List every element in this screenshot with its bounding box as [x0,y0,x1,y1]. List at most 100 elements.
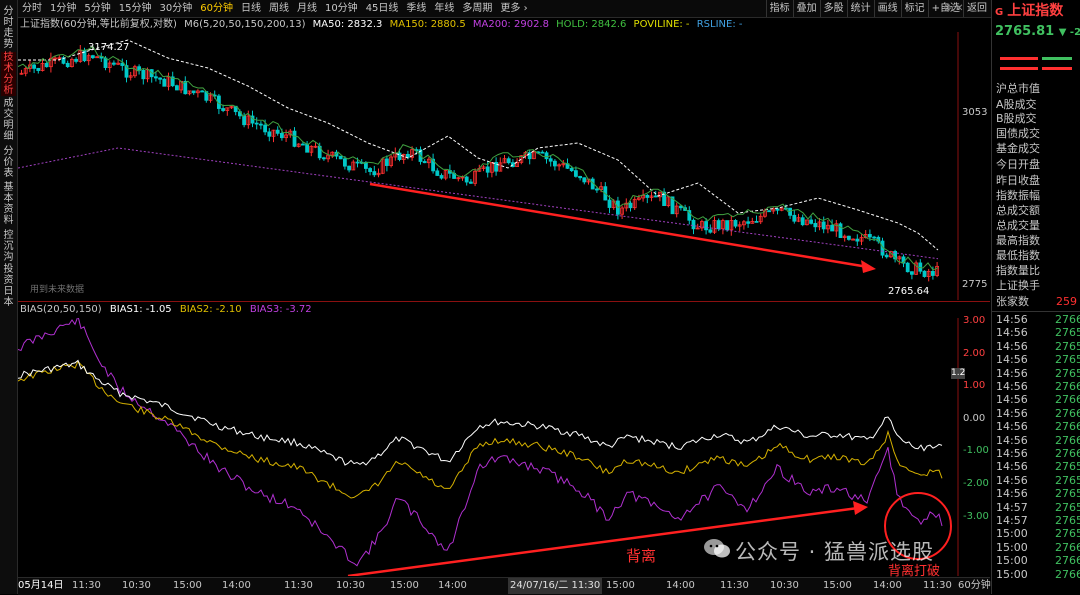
trend-arrow-head [861,260,876,273]
tool-button[interactable]: 统计 [846,0,874,17]
tick-time: 14:56 [996,313,1028,326]
bias-title[interactable]: BIAS(20,50,150) [20,304,102,315]
time-tick: 15:00 [823,580,852,591]
tool-button[interactable]: 返回 [963,0,990,17]
stat-label: 总成交额 [996,204,1040,217]
candle-body [300,143,305,146]
tool-button[interactable]: 多股 [819,0,847,17]
candle-body [422,161,427,164]
candle-body [384,158,389,166]
candle-body [372,171,377,176]
candle-body [725,220,729,231]
candle-body [485,166,490,173]
time-tick: 10:30 [770,580,799,591]
quote-panel: G 上证指数 2765.81 ▼ -2 沪总市值 A股成交 B股成交 国债成交 基金成交今… [991,0,1080,594]
candle-body [540,151,545,154]
tool-button[interactable]: 叠加 [792,0,820,17]
time-tick: 10:30 [336,580,365,591]
g-icon: G [995,7,1004,18]
trend-arrow [369,182,869,269]
tick-price: 2766 [1055,540,1080,554]
time-tick: 15:00 [173,580,202,591]
candle-body [708,229,713,233]
time-tick: 14:00 [873,580,902,591]
period-toolbar: 分时 1分钟 5分钟 15分钟 30分钟 60分钟 日线 周线 月线 10分钟 45日线 季线 年线 多周… [18,0,992,18]
candle-body [716,220,721,230]
bias-legend: BIAS(20,50,150) BIAS1: -1.05 BIAS2: -2.1… [20,303,317,317]
candle-body [830,224,834,232]
up-bar-2 [1000,67,1038,70]
tick-price: 2766 [1055,554,1080,568]
bias-tick: 3.00 [963,315,986,326]
tab-trade-detail[interactable]: 成交明细 [1,98,16,142]
period-tab[interactable]: 月线 [293,0,321,17]
tick-price: 2765 [1055,339,1080,353]
stat-label: 基金成交 [996,142,1040,155]
candle-body [405,153,410,158]
candle-body [574,170,578,177]
time-tick: 11:30 [284,580,313,591]
tool-button[interactable]: 标记 [900,0,928,17]
period-tab[interactable]: 更多 › [496,0,531,17]
period-tab[interactable]: 日线 [237,0,265,17]
tool-button[interactable]: 画线 [873,0,901,17]
time-tick: 15:00 [390,580,419,591]
main-chart-legend: 上证指数(60分钟,等比前复权,对数) M6(5,20,50,150,200,1… [20,17,747,32]
tab-intraday[interactable]: 分时走势 [1,6,16,50]
up-bar-3 [1042,67,1072,70]
candlestick-chart[interactable] [18,32,968,300]
period-tab[interactable]: 分时 [18,0,46,17]
candle-body [548,158,553,162]
stat-label: 最低指数 [996,249,1040,262]
period-tab[interactable]: 多周期 [458,0,496,17]
tab-basic-info[interactable]: 基本资料 [1,182,16,226]
period-tab[interactable]: 15分钟 [115,0,156,17]
future-data-hint: 用到未来数据 [30,285,85,295]
time-tick: 11:30 [72,580,101,591]
tick-time: 14:56 [996,353,1028,367]
tool-button[interactable]: 指标 [765,0,793,17]
tick-price: 2765 [1055,326,1080,340]
period-tab[interactable]: 1分钟 [46,0,80,17]
period-tab[interactable]: 周线 [265,0,293,17]
tab-extra-2[interactable]: 投资日本 [1,264,16,308]
bias2-line [18,360,943,499]
period-tabs: 分时 1分钟 5分钟 15分钟 30分钟 60分钟 日线 周线 月线 10分钟 45日线 季线 年线 多周… [18,3,532,14]
candle-body [162,78,167,87]
candle-body [342,158,347,167]
candle-body [254,122,259,125]
period-tab[interactable]: 45日线 [362,0,403,17]
period-tab[interactable]: 季线 [402,0,430,17]
settings-close-icon[interactable]: ⚙ ✕ [943,0,964,17]
stat-label: 指数振幅 [996,189,1040,202]
tick-time: 15:00 [996,527,1028,541]
period-tab[interactable]: 年线 [430,0,458,17]
tick-price: 2765 [1055,500,1080,514]
candle-body [36,67,41,71]
candle-body [242,115,247,126]
tab-extra-1[interactable]: 控沉沟 [1,230,16,263]
period-tab[interactable]: 5分钟 [80,0,114,17]
ma-indicator-name[interactable]: M6(5,20,50,150,200,13) [184,19,305,30]
candle-body [347,165,352,171]
bias-tick: -2.00 [963,478,989,489]
tab-technical-analysis[interactable]: 技术分析 [1,52,16,96]
period-tab[interactable]: 10分钟 [321,0,362,17]
candle-body [733,220,738,227]
candle-body [645,194,650,198]
bias-tick: 2.00 [963,347,986,359]
stat-label: B股成交 [996,112,1037,125]
tick-divider [992,311,1080,312]
candle-body [582,177,587,183]
candle-body [32,64,37,69]
low-price-label: 2765.64 [888,286,930,297]
tab-price-table[interactable]: 分价表 [1,146,16,179]
up-bar [1000,57,1038,60]
candle-body [305,143,310,153]
chart-title: 上证指数(60分钟,等比前复权,对数) [20,19,177,30]
tick-time: 15:00 [996,540,1028,554]
price-tick-3053: 3053 [962,107,988,118]
candle-body [279,132,284,139]
period-tab[interactable]: 30分钟 [155,0,196,17]
period-tab[interactable]: 60分钟 [196,0,237,17]
